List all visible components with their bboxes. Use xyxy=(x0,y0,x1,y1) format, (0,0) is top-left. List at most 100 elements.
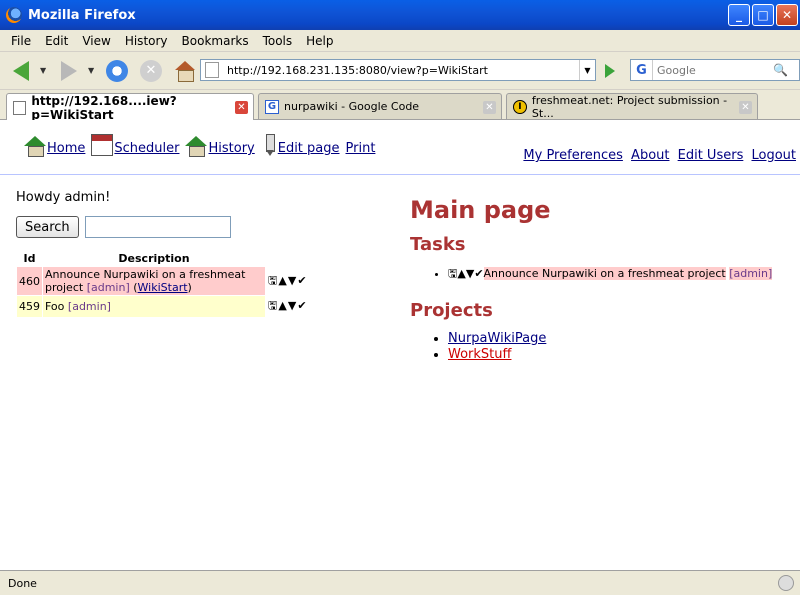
priority-up-icon[interactable]: ▲ xyxy=(278,274,286,287)
mark-done-icon[interactable]: ✔ xyxy=(474,267,483,280)
table-row: 460 Announce Nurpawiki on a freshmeat pr… xyxy=(17,267,310,295)
stop-button[interactable]: ✕ xyxy=(136,57,166,85)
back-history-dropdown[interactable]: ▼ xyxy=(40,66,50,75)
history-link[interactable]: History xyxy=(208,141,254,156)
preferences-link[interactable]: My Preferences xyxy=(523,148,623,163)
reload-button[interactable] xyxy=(102,57,132,85)
edit-page-link[interactable]: Edit page xyxy=(278,141,340,156)
logout-link[interactable]: Logout xyxy=(751,148,796,163)
task-description: Foo [admin] xyxy=(43,296,265,317)
page-content: Home Scheduler History Edit page Print M… xyxy=(0,120,800,570)
menu-history[interactable]: History xyxy=(118,34,175,48)
window-controls: _ □ ✕ xyxy=(728,4,798,26)
go-button[interactable] xyxy=(600,62,618,80)
back-arrow-icon xyxy=(13,60,29,81)
project-list: NurpaWikiPage WorkStuff xyxy=(410,331,800,362)
close-tab-icon[interactable]: ✕ xyxy=(235,101,248,114)
tab-freshmeat[interactable]: I freshmeat.net: Project submission - St… xyxy=(506,93,758,120)
edit-task-icon[interactable]: 🖫 xyxy=(448,267,457,280)
priority-down-icon[interactable]: ▼ xyxy=(288,299,296,312)
search-button[interactable]: Search xyxy=(16,216,79,238)
history-icon xyxy=(185,134,208,157)
home-link[interactable]: Home xyxy=(47,141,85,156)
close-tab-icon[interactable]: ✕ xyxy=(483,101,496,114)
table-header-row: Id Description xyxy=(17,251,310,266)
task-owner: [admin] xyxy=(86,281,130,294)
task-owner: [admin] xyxy=(67,300,111,313)
maximize-button[interactable]: □ xyxy=(752,4,774,26)
navigation-toolbar: ▼ ▼ ✕ ▼ G 🔍 xyxy=(0,52,800,90)
menu-help[interactable]: Help xyxy=(299,34,340,48)
divider xyxy=(0,174,800,175)
task-page-link[interactable]: WikiStart xyxy=(138,281,188,294)
wiki-top-nav: Home Scheduler History Edit page Print xyxy=(24,134,381,157)
menu-bookmarks[interactable]: Bookmarks xyxy=(175,34,256,48)
priority-up-icon[interactable]: ▲ xyxy=(457,267,465,280)
reload-icon xyxy=(106,59,128,82)
minimize-button[interactable]: _ xyxy=(728,4,750,26)
list-item: WorkStuff xyxy=(448,347,800,362)
task-table: Id Description 460 Announce Nurpawiki on… xyxy=(16,250,311,318)
wiki-search-form: Search xyxy=(16,216,231,238)
mark-done-icon[interactable]: ✔ xyxy=(297,274,306,287)
task-id: 459 xyxy=(17,296,42,317)
tab-label: http://192.168....iew?p=WikiStart xyxy=(31,93,177,122)
window-title: Mozilla Firefox xyxy=(28,7,136,23)
project-link-workstuff[interactable]: WorkStuff xyxy=(448,347,511,362)
back-button[interactable] xyxy=(6,57,36,85)
about-link[interactable]: About xyxy=(631,148,669,163)
stop-icon: ✕ xyxy=(140,59,162,82)
page-icon xyxy=(205,62,219,78)
list-item: 🖫▲▼✔Announce Nurpawiki on a freshmeat pr… xyxy=(448,265,800,284)
web-search-input[interactable] xyxy=(653,62,773,78)
scheduler-link[interactable]: Scheduler xyxy=(114,141,179,156)
close-tab-icon[interactable]: ✕ xyxy=(739,101,752,114)
edit-task-icon[interactable]: 🖫 xyxy=(268,274,277,287)
priority-up-icon[interactable]: ▲ xyxy=(278,299,286,312)
url-input[interactable] xyxy=(225,62,579,78)
column-header-description: Description xyxy=(118,252,190,265)
column-header-id: Id xyxy=(23,252,36,265)
google-icon: G xyxy=(265,99,279,114)
table-row: 459 Foo [admin] 🖫▲▼✔ xyxy=(17,296,310,317)
list-item: NurpaWikiPage xyxy=(448,331,800,346)
resize-grip-icon[interactable] xyxy=(778,575,794,591)
menu-file[interactable]: File xyxy=(4,34,38,48)
search-icon[interactable]: 🔍 xyxy=(773,63,788,77)
home-icon xyxy=(24,134,46,157)
task-list: 🖫▲▼✔Announce Nurpawiki on a freshmeat pr… xyxy=(410,265,800,284)
address-bar[interactable]: ▼ xyxy=(200,59,596,81)
forward-history-dropdown[interactable]: ▼ xyxy=(88,66,98,75)
task-text: Foo xyxy=(45,300,65,313)
task-id: 460 xyxy=(17,267,42,295)
pencil-icon xyxy=(261,134,277,156)
close-window-button[interactable]: ✕ xyxy=(776,4,798,26)
tab-wikistart[interactable]: http://192.168....iew?p=WikiStart ✕ xyxy=(6,93,254,122)
google-engine-icon[interactable]: G xyxy=(631,60,653,80)
task-actions: 🖫▲▼✔ xyxy=(266,296,310,317)
search-bar[interactable]: G 🔍 xyxy=(630,59,800,81)
project-link-nurpawikipage[interactable]: NurpaWikiPage xyxy=(448,331,546,346)
edit-users-link[interactable]: Edit Users xyxy=(678,148,744,163)
tab-google-code[interactable]: G nurpawiki - Google Code ✕ xyxy=(258,93,502,119)
firefox-logo-icon xyxy=(6,7,22,23)
task-description: Announce Nurpawiki on a freshmeat projec… xyxy=(43,267,265,295)
print-link[interactable]: Print xyxy=(346,141,376,156)
forward-button[interactable] xyxy=(54,57,84,85)
edit-task-icon[interactable]: 🖫 xyxy=(268,299,277,312)
task-actions: 🖫▲▼✔ xyxy=(266,267,310,295)
home-button[interactable] xyxy=(170,57,200,85)
tab-label: freshmeat.net: Project submission - St..… xyxy=(531,93,728,120)
menu-tools[interactable]: Tools xyxy=(256,34,300,48)
menu-edit[interactable]: Edit xyxy=(38,34,75,48)
calendar-icon xyxy=(91,134,114,156)
tab-bar: http://192.168....iew?p=WikiStart ✕ G nu… xyxy=(0,90,800,122)
url-dropdown[interactable]: ▼ xyxy=(579,60,595,80)
menu-view[interactable]: View xyxy=(75,34,117,48)
status-bar: Done xyxy=(0,570,800,595)
wiki-search-input[interactable] xyxy=(84,216,231,238)
user-nav: My Preferences About Edit Users Logout xyxy=(519,148,796,163)
mark-done-icon[interactable]: ✔ xyxy=(297,299,306,312)
priority-down-icon[interactable]: ▼ xyxy=(288,274,296,287)
menu-bar: File Edit View History Bookmarks Tools H… xyxy=(0,30,800,52)
